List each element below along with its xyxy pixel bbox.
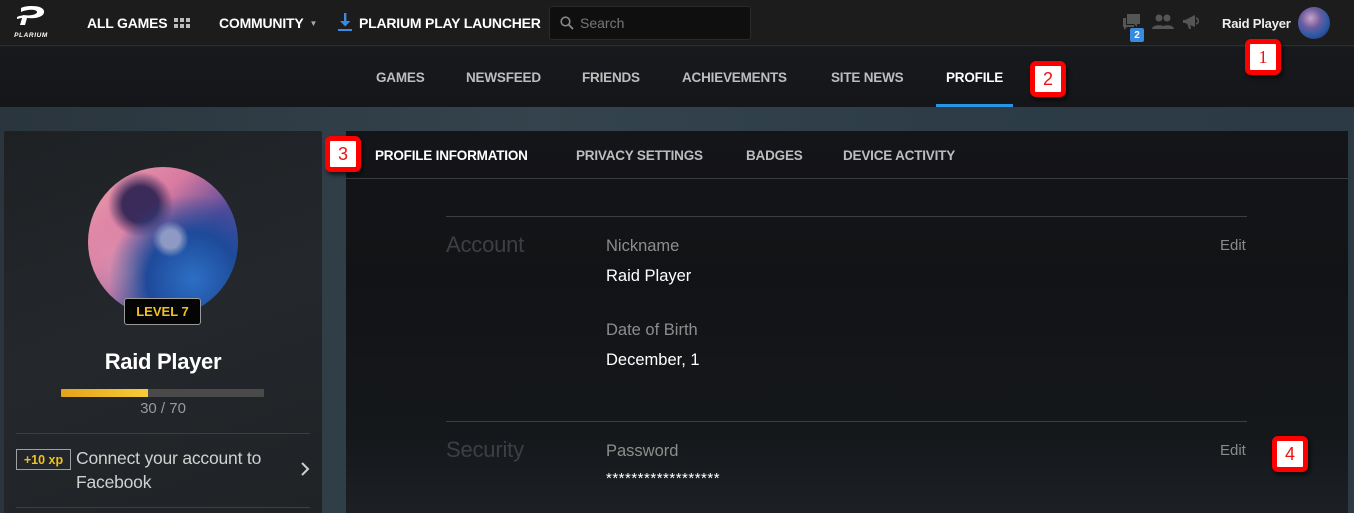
launcher-link[interactable]: PLARIUM PLAY LAUNCHER — [338, 0, 541, 46]
launcher-label: PLARIUM PLAY LAUNCHER — [359, 15, 541, 31]
annotation-marker-2: 2 — [1030, 61, 1066, 97]
player-name: Raid Player — [104, 349, 222, 374]
nickname-value: Raid Player — [606, 267, 692, 285]
nav-achievements[interactable]: ACHIEVEMENTS — [682, 47, 787, 107]
divider — [16, 433, 310, 434]
nickname-label: Nickname — [606, 237, 680, 255]
password-label: Password — [606, 442, 679, 460]
profile-tabs: PROFILE INFORMATION PRIVACY SETTINGS BAD… — [346, 131, 1348, 179]
nav-profile[interactable]: PROFILE — [935, 47, 1014, 107]
megaphone-icon — [1183, 15, 1199, 29]
chevron-right-icon — [300, 461, 310, 482]
security-section-title: Security — [446, 437, 524, 462]
section-divider — [446, 421, 1247, 422]
annotation-marker-1: 1 — [1245, 39, 1281, 75]
grid-icon — [174, 18, 191, 28]
annotation-marker-4: 4 — [1272, 436, 1308, 472]
level-badge: LEVEL 7 — [124, 298, 201, 325]
divider — [16, 507, 310, 508]
nav-newsfeed[interactable]: NEWSFEED — [466, 47, 541, 107]
plarium-logo[interactable]: PLARIUM — [8, 5, 54, 43]
friends-icon — [1152, 14, 1174, 29]
profile-card: LEVEL 7 Raid Player 30 / 70 +10 xp Conne… — [4, 131, 322, 513]
messages-count-badge: 2 — [1130, 28, 1144, 42]
messages-button[interactable]: 2 — [1122, 12, 1144, 42]
search-box[interactable] — [549, 6, 751, 40]
tab-device-activity[interactable]: DEVICE ACTIVITY — [843, 131, 955, 179]
user-menu[interactable]: Raid Player — [1222, 6, 1330, 40]
all-games-menu[interactable]: ALL GAMES — [87, 0, 191, 46]
nav-friends[interactable]: FRIENDS — [582, 47, 640, 107]
notification-icons: 2 — [1122, 12, 1202, 42]
main-nav: GAMES NEWSFEED FRIENDS ACHIEVEMENTS SITE… — [0, 47, 1354, 107]
user-name: Raid Player — [1222, 15, 1291, 31]
logo-text: PLARIUM — [14, 32, 48, 39]
xp-reward-badge: +10 xp — [16, 449, 71, 470]
connect-facebook-text: Connect your account to Facebook — [76, 448, 262, 492]
xp-progress-bar — [61, 389, 264, 397]
search-icon — [560, 16, 574, 30]
xp-progress-fill — [61, 389, 148, 397]
section-divider — [446, 216, 1247, 217]
nav-games[interactable]: GAMES — [376, 47, 425, 107]
account-edit-link[interactable]: Edit — [1220, 237, 1246, 254]
tab-privacy-settings[interactable]: PRIVACY SETTINGS — [576, 131, 703, 179]
download-icon — [338, 12, 352, 34]
all-games-label: ALL GAMES — [87, 15, 168, 31]
nav-site-news[interactable]: SITE NEWS — [831, 47, 904, 107]
profile-content-panel: PROFILE INFORMATION PRIVACY SETTINGS BAD… — [346, 131, 1348, 513]
password-value: ****************** — [606, 470, 721, 487]
friends-button[interactable] — [1152, 12, 1174, 32]
dob-value: December, 1 — [606, 351, 700, 369]
profile-avatar[interactable] — [88, 167, 238, 317]
tab-badges[interactable]: BADGES — [746, 131, 803, 179]
plarium-logo-icon — [17, 6, 45, 25]
search-input[interactable] — [580, 15, 740, 31]
annotation-marker-3: 3 — [325, 136, 361, 172]
avatar — [1297, 7, 1330, 39]
news-button[interactable] — [1182, 12, 1202, 32]
dob-label: Date of Birth — [606, 321, 698, 339]
caret-down-icon: ▼ — [309, 18, 318, 28]
tab-profile-information[interactable]: PROFILE INFORMATION — [375, 131, 528, 179]
community-menu[interactable]: COMMUNITY ▼ — [219, 0, 317, 46]
xp-text: 30 / 70 — [140, 400, 186, 417]
account-section-title: Account — [446, 232, 525, 257]
community-label: COMMUNITY — [219, 15, 304, 31]
security-edit-link[interactable]: Edit — [1220, 442, 1246, 459]
connect-facebook-row[interactable]: +10 xp Connect your account to Facebook — [16, 435, 310, 507]
top-bar: PLARIUM ALL GAMES COMMUNITY ▼ PLARIUM PL… — [0, 0, 1354, 46]
